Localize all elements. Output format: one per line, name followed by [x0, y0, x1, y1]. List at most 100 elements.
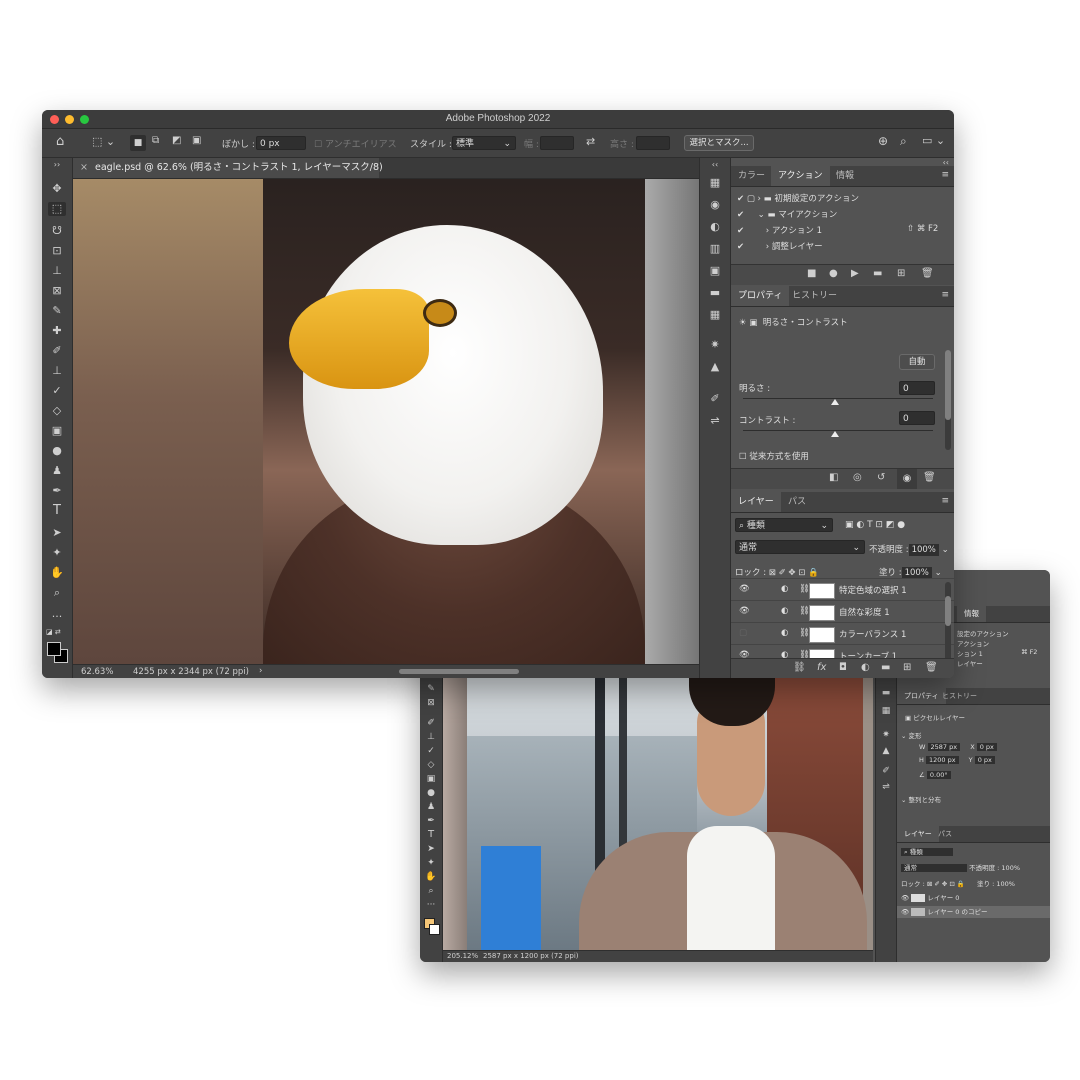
- marquee-preset-icon[interactable]: ⬚ ⌄: [92, 135, 115, 148]
- table-icon[interactable]: ▦: [700, 308, 730, 321]
- home-icon[interactable]: ⌂: [56, 134, 64, 149]
- path-select-icon[interactable]: ➤: [420, 842, 442, 856]
- link-layers-icon[interactable]: ⛓: [793, 662, 806, 673]
- lasso-tool-icon[interactable]: ☋: [42, 224, 72, 238]
- status-menu-icon[interactable]: ›: [259, 666, 262, 676]
- brush-tool-icon[interactable]: ✐: [42, 344, 72, 358]
- workspace-icon[interactable]: ▭ ⌄: [922, 134, 945, 147]
- action-row-1[interactable]: アクション: [957, 638, 1050, 648]
- zoom-readout[interactable]: 62.63%: [81, 667, 113, 677]
- tab-layers[interactable]: レイヤー: [731, 492, 781, 512]
- gradients-icon[interactable]: ▥: [700, 242, 730, 255]
- lock-row[interactable]: ロック : ⊠ ✐ ✥ ⊡ 🔒 塗り : 100%: [901, 878, 1050, 888]
- new-adjustment-icon[interactable]: ◐: [861, 662, 870, 673]
- auto-button[interactable]: 自動: [899, 354, 935, 370]
- more-tools-icon[interactable]: ···: [420, 898, 442, 912]
- collapse-tools-icon[interactable]: ››: [42, 158, 72, 172]
- table-icon[interactable]: ▦: [876, 706, 896, 716]
- eye-off-icon[interactable]: ▢: [739, 628, 747, 638]
- eye-icon[interactable]: 👁: [739, 606, 750, 616]
- visibility-icon[interactable]: ◉: [897, 469, 917, 489]
- eyedropper-tool-icon[interactable]: ✎: [420, 682, 442, 696]
- action-set-mine[interactable]: ✔ ⌄ ▬ マイアクション: [737, 208, 954, 220]
- fill-control[interactable]: 塗り :100% ⌄: [879, 566, 954, 579]
- dodge-tool-icon[interactable]: ♟: [420, 800, 442, 814]
- zoom-tool-icon[interactable]: ⌕: [42, 586, 72, 600]
- crop-tool-icon[interactable]: ⊠: [420, 696, 442, 710]
- libraries-icon[interactable]: ◉: [700, 198, 730, 211]
- tab-info[interactable]: 情報: [829, 166, 861, 186]
- close-tab-icon[interactable]: ×: [80, 158, 88, 178]
- style-select[interactable]: 標準 ⌄: [452, 136, 516, 150]
- w-field[interactable]: W 2587 px X 0 px: [919, 743, 1050, 751]
- comments-icon[interactable]: ▬: [700, 286, 730, 299]
- select-and-mask-button[interactable]: 選択とマスク...: [684, 135, 754, 151]
- layer-row-color-balance[interactable]: ▢ ◐ ⛓ カラーバランス 1: [731, 622, 954, 645]
- adjustments-icon[interactable]: ◐: [700, 220, 730, 233]
- layer-row-selective-color[interactable]: 👁 ◐ ⛓ 特定色域の選択 1: [731, 578, 954, 601]
- height-input[interactable]: [636, 136, 670, 150]
- record-icon[interactable]: ●: [829, 268, 838, 279]
- width-input[interactable]: [540, 136, 574, 150]
- document-tab[interactable]: × eagle.psd @ 62.6% (明るさ・コントラスト 1, レイヤーマ…: [73, 158, 383, 178]
- tab-actions[interactable]: アクション: [771, 166, 830, 186]
- blur-tool-icon[interactable]: ●: [420, 786, 442, 800]
- transform-section[interactable]: ⌄ 変形: [901, 730, 1050, 740]
- document-canvas[interactable]: [443, 678, 873, 950]
- legacy-checkbox[interactable]: ☐ 従来方式を使用: [739, 450, 954, 462]
- layer-filter[interactable]: ⌕ 種類: [901, 846, 1050, 857]
- new-group-icon[interactable]: ▬: [881, 662, 890, 673]
- tab-history[interactable]: ヒストリー: [785, 286, 844, 306]
- brightness-input[interactable]: 0: [899, 381, 935, 395]
- adjust-light-icon[interactable]: ✷: [700, 338, 730, 351]
- tab-info[interactable]: 情報: [957, 606, 986, 622]
- patterns-icon[interactable]: ▣: [700, 264, 730, 277]
- object-select-icon[interactable]: ⊡: [42, 244, 72, 258]
- reset-icon[interactable]: ↺: [877, 472, 885, 483]
- blur-tool-icon[interactable]: ●: [42, 444, 72, 458]
- contrast-slider-knob[interactable]: [831, 431, 839, 437]
- action-row-0[interactable]: 設定のアクション: [957, 628, 1050, 638]
- foreground-color-swatch[interactable]: [47, 642, 61, 656]
- hand-tool-icon[interactable]: ✋: [42, 566, 72, 580]
- contrast-input[interactable]: 0: [899, 411, 935, 425]
- comments-icon[interactable]: ▬: [876, 688, 896, 698]
- action-row-2[interactable]: ション 1 ⌘ F2: [957, 648, 1050, 658]
- action-set-default[interactable]: ✔ ▢ › ▬ 初期設定のアクション: [737, 192, 954, 204]
- h-field[interactable]: H 1200 px Y 0 px: [919, 756, 1050, 764]
- intersect-selection-icon[interactable]: ▣: [192, 135, 201, 146]
- add-mask-icon[interactable]: ◘: [839, 662, 847, 673]
- tab-paths[interactable]: パス: [781, 492, 813, 512]
- more-tools-icon[interactable]: ···: [42, 610, 72, 624]
- play-icon[interactable]: ▶: [851, 268, 859, 279]
- collapse-dock-icon[interactable]: ‹‹: [700, 160, 730, 169]
- stamp-tool-icon[interactable]: ⊥: [420, 730, 442, 744]
- search-icon[interactable]: ⌕: [900, 134, 907, 149]
- layer-filter-select[interactable]: ⌕ 種類 ⌄: [735, 518, 833, 532]
- type-tool-icon[interactable]: T: [42, 504, 72, 518]
- layer-row-vibrance[interactable]: 👁 ◐ ⛓ 自然な彩度 1: [731, 600, 954, 623]
- tab-color[interactable]: カラー: [731, 166, 772, 186]
- dodge-tool-icon[interactable]: ♟: [42, 464, 72, 478]
- stamp-tool-icon[interactable]: ⊥: [42, 364, 72, 378]
- zoom-tool-icon[interactable]: ⌕: [420, 884, 442, 898]
- levels-icon[interactable]: ▲: [700, 360, 730, 373]
- eraser-tool-icon[interactable]: ◇: [42, 404, 72, 418]
- path-select-icon[interactable]: ➤: [42, 526, 72, 540]
- tool-presets-icon[interactable]: ⇌: [876, 782, 896, 792]
- tab-properties[interactable]: プロパティ: [731, 286, 790, 306]
- brush-settings-icon[interactable]: ✐: [700, 392, 730, 405]
- align-section[interactable]: ⌄ 整列と分布: [901, 794, 1050, 804]
- eye-icon[interactable]: 👁: [739, 584, 750, 594]
- shape-tool-icon[interactable]: ✦: [420, 856, 442, 870]
- add-selection-icon[interactable]: ⧉: [152, 135, 159, 146]
- eyedropper-tool-icon[interactable]: ✎: [42, 304, 72, 318]
- levels-icon[interactable]: ▲: [876, 746, 896, 756]
- new-selection-icon[interactable]: ■: [130, 135, 146, 151]
- brush-tool-icon[interactable]: ✐: [420, 716, 442, 730]
- marquee-tool-icon[interactable]: ⬚: [42, 202, 72, 216]
- view-previous-icon[interactable]: ◎: [853, 472, 862, 483]
- gradient-tool-icon[interactable]: ▣: [420, 772, 442, 786]
- fx-icon[interactable]: fx: [817, 662, 826, 673]
- history-brush-icon[interactable]: ✓: [420, 744, 442, 758]
